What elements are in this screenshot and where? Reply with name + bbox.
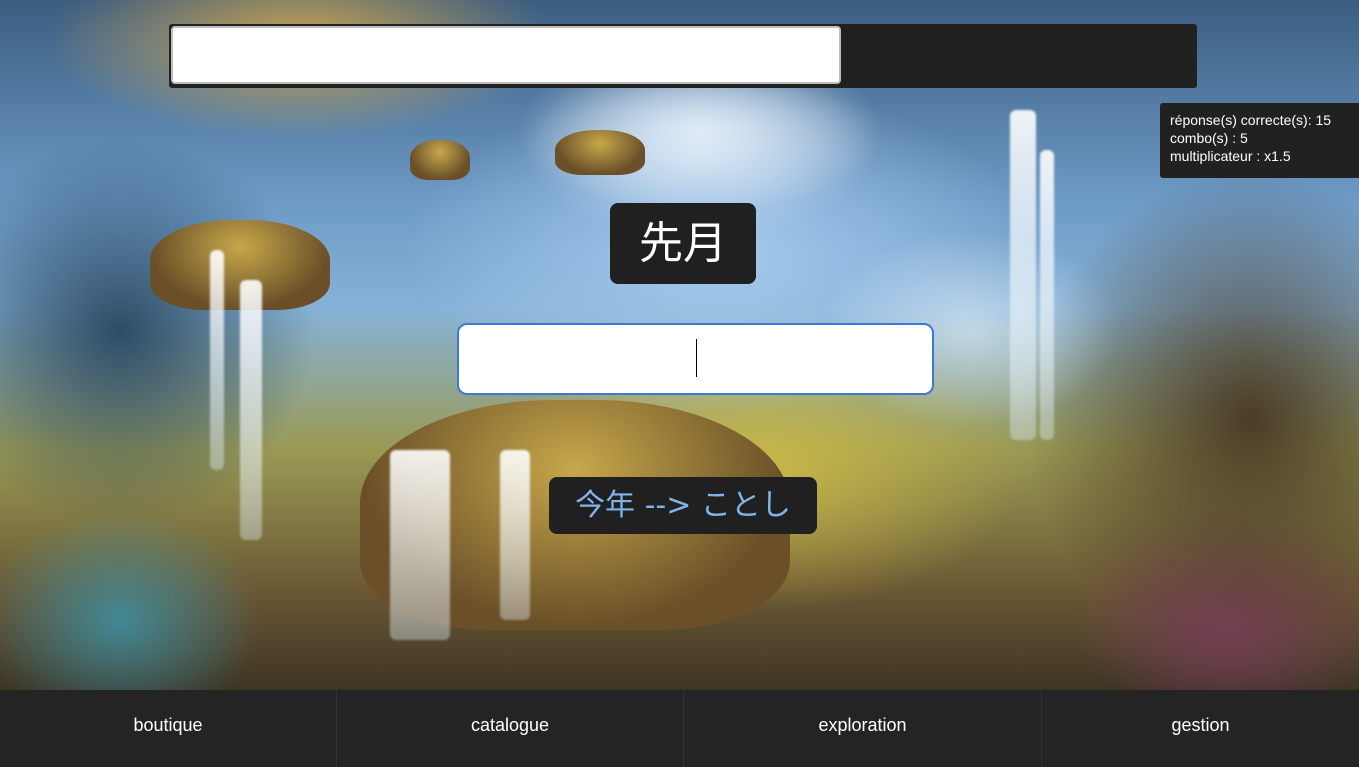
top-text-input[interactable] — [171, 26, 841, 84]
multiplier-value: multiplicateur : x1.5 — [1170, 148, 1291, 164]
previous-answer-feedback: 今年 --> ことし — [549, 477, 817, 534]
nav-catalogue[interactable]: catalogue — [337, 690, 684, 767]
nav-exploration[interactable]: exploration — [684, 690, 1042, 767]
text-caret — [696, 339, 697, 377]
nav-gestion[interactable]: gestion — [1042, 690, 1359, 767]
combo-count: combo(s) : 5 — [1170, 130, 1248, 146]
answer-input[interactable] — [457, 323, 934, 395]
question-kanji: 先月 — [610, 203, 756, 284]
bottom-navigation: boutique catalogue exploration gestion — [0, 690, 1359, 767]
score-panel: réponse(s) correcte(s): 15 combo(s) : 5 … — [1160, 103, 1359, 178]
nav-boutique[interactable]: boutique — [0, 690, 337, 767]
correct-answers-count: réponse(s) correcte(s): 15 — [1170, 112, 1332, 128]
